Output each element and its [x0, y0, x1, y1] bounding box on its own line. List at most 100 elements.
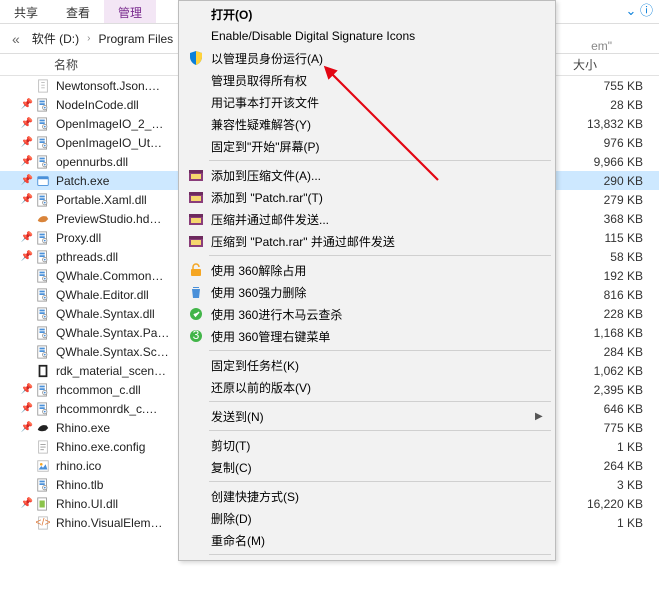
submenu-arrow-icon: ▶ — [535, 411, 553, 422]
context-menu: 打开(O) Enable/Disable Digital Signature I… — [178, 0, 556, 561]
menu-separator — [209, 160, 551, 161]
file-size: 13,832 KB — [573, 117, 659, 131]
file-size: 1 KB — [573, 516, 659, 530]
winrar-icon — [185, 210, 207, 228]
menu-add-to-rar[interactable]: 添加到压缩文件(A)... — [181, 164, 553, 186]
menu-add-to-patch-rar[interactable]: 添加到 "Patch.rar"(T) — [181, 186, 553, 208]
menu-360-unlock[interactable]: 使用 360解除占用 — [181, 259, 553, 281]
menu-run-as-admin[interactable]: 以管理员身份运行(A) — [181, 47, 553, 69]
svg-text:</>: </> — [36, 516, 50, 528]
file-size: 976 KB — [573, 136, 659, 150]
menu-rename[interactable]: 重命名(M) — [181, 529, 553, 551]
file-size: 755 KB — [573, 79, 659, 93]
file-size: 775 KB — [573, 421, 659, 435]
file-type-icon — [34, 401, 52, 417]
menu-separator — [209, 255, 551, 256]
file-type-icon — [34, 344, 52, 360]
file-type-icon — [34, 363, 52, 379]
file-size: 28 KB — [573, 98, 659, 112]
pin-icon: 📌 — [20, 118, 34, 129]
winrar-icon — [185, 232, 207, 250]
file-size: 816 KB — [573, 288, 659, 302]
pin-icon: 📌 — [20, 156, 34, 167]
shield-icon — [185, 49, 207, 67]
tab-view[interactable]: 查看 — [52, 0, 104, 23]
360-unlock-icon — [185, 261, 207, 279]
file-type-icon — [34, 439, 52, 455]
tab-manage[interactable]: 管理 — [104, 0, 156, 23]
file-type-icon — [34, 78, 52, 94]
winrar-icon — [185, 166, 207, 184]
crumb-folder[interactable]: Program Files — [92, 30, 179, 48]
crumb-drive[interactable]: 软件 (D:) — [26, 28, 85, 49]
menu-360-force-del[interactable]: 使用 360强力删除 — [181, 281, 553, 303]
pin-icon: 📌 — [20, 137, 34, 148]
pin-icon: 📌 — [20, 422, 34, 433]
menu-pin-start[interactable]: 固定到"开始"屏幕(P) — [181, 135, 553, 157]
header-size[interactable]: 大小 — [573, 56, 659, 73]
file-type-icon — [34, 97, 52, 113]
tab-share[interactable]: 共享 — [0, 0, 52, 23]
menu-delete[interactable]: 删除(D) — [181, 507, 553, 529]
menu-open[interactable]: 打开(O) — [181, 3, 553, 25]
menu-compress-to-email[interactable]: 压缩到 "Patch.rar" 并通过邮件发送 — [181, 230, 553, 252]
menu-separator — [209, 350, 551, 351]
file-size: 368 KB — [573, 212, 659, 226]
menu-separator — [209, 554, 551, 555]
history-chevron-icon[interactable]: « — [6, 31, 26, 47]
file-size: 284 KB — [573, 345, 659, 359]
file-type-icon — [34, 496, 52, 512]
pin-icon: 📌 — [20, 175, 34, 186]
file-type-icon — [34, 420, 52, 436]
file-size: 9,966 KB — [573, 155, 659, 169]
menu-copy[interactable]: 复制(C) — [181, 456, 553, 478]
menu-360-trojan[interactable]: 使用 360进行木马云查杀 — [181, 303, 553, 325]
chevron-right-icon[interactable]: › — [85, 33, 92, 44]
360-scan-icon — [185, 305, 207, 323]
file-type-icon — [34, 382, 52, 398]
help-icon[interactable]: ⌄ ⓘ — [625, 0, 659, 23]
360-manage-icon: 3 — [185, 327, 207, 345]
pin-icon: 📌 — [20, 232, 34, 243]
file-size: 3 KB — [573, 478, 659, 492]
file-type-icon — [34, 230, 52, 246]
menu-send-to[interactable]: 发送到(N)▶ — [181, 405, 553, 427]
menu-360-manage[interactable]: 3使用 360管理右键菜单 — [181, 325, 553, 347]
file-size: 2,395 KB — [573, 383, 659, 397]
svg-text:3: 3 — [193, 328, 200, 342]
menu-compress-email[interactable]: 压缩并通过邮件发送... — [181, 208, 553, 230]
pin-icon: 📌 — [20, 498, 34, 509]
pin-icon: 📌 — [20, 194, 34, 205]
winrar-icon — [185, 188, 207, 206]
file-size: 1 KB — [573, 440, 659, 454]
menu-restore-prev[interactable]: 还原以前的版本(V) — [181, 376, 553, 398]
file-type-icon — [34, 477, 52, 493]
file-type-icon — [34, 287, 52, 303]
menu-open-notepad[interactable]: 用记事本打开该文件 — [181, 91, 553, 113]
menu-enable-disable-sig[interactable]: Enable/Disable Digital Signature Icons — [181, 25, 553, 47]
menu-separator — [209, 430, 551, 431]
file-type-icon — [34, 268, 52, 284]
pin-icon: 📌 — [20, 384, 34, 395]
menu-compat-trouble[interactable]: 兼容性疑难解答(Y) — [181, 113, 553, 135]
menu-cut[interactable]: 剪切(T) — [181, 434, 553, 456]
pin-icon: 📌 — [20, 403, 34, 414]
file-size: 1,168 KB — [573, 326, 659, 340]
pin-icon: 📌 — [20, 99, 34, 110]
file-type-icon — [34, 325, 52, 341]
pin-icon: 📌 — [20, 251, 34, 262]
file-size: 1,062 KB — [573, 364, 659, 378]
file-size: 192 KB — [573, 269, 659, 283]
file-type-icon — [34, 211, 52, 227]
file-type-icon — [34, 249, 52, 265]
file-size: 279 KB — [573, 193, 659, 207]
menu-admin-ownership[interactable]: 管理员取得所有权 — [181, 69, 553, 91]
file-size: 290 KB — [573, 174, 659, 188]
file-type-icon — [34, 116, 52, 132]
file-size: 228 KB — [573, 307, 659, 321]
file-type-icon — [34, 154, 52, 170]
file-size: 264 KB — [573, 459, 659, 473]
file-type-icon — [34, 306, 52, 322]
menu-shortcut[interactable]: 创建快捷方式(S) — [181, 485, 553, 507]
menu-pin-taskbar[interactable]: 固定到任务栏(K) — [181, 354, 553, 376]
